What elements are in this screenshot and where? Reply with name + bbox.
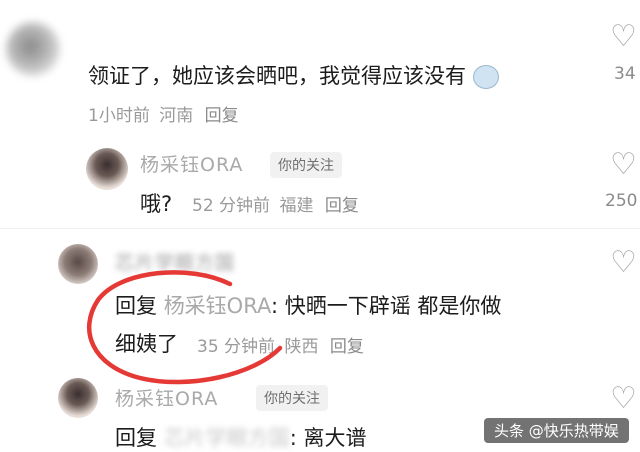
like-heart-icon[interactable]: ♡ bbox=[610, 384, 637, 414]
watermark-source: 头条 bbox=[494, 422, 525, 440]
reply-button[interactable]: 回复 bbox=[325, 196, 359, 216]
watermark: 头条 @快乐热带娱 bbox=[484, 418, 629, 443]
following-badge: 你的关注 bbox=[256, 385, 328, 411]
like-heart-icon[interactable]: ♡ bbox=[610, 150, 637, 180]
reply-location: 福建 bbox=[279, 196, 314, 216]
reply-author-avatar[interactable] bbox=[86, 148, 128, 190]
reply-time: 52 分钟前 bbox=[192, 196, 271, 216]
reply-author-name[interactable]: 杨采钰ORA bbox=[115, 384, 218, 411]
like-count: 250 bbox=[605, 191, 638, 211]
reply-prefix: 回复 bbox=[115, 426, 157, 450]
like-count: 34 bbox=[614, 64, 636, 84]
reply-author-name[interactable]: 杨采钰ORA bbox=[140, 150, 243, 177]
like-heart-icon[interactable]: ♡ bbox=[610, 248, 637, 278]
annotation-circle bbox=[87, 270, 283, 385]
reply-meta: 52 分钟前 福建 回复 bbox=[192, 191, 359, 216]
reply-button[interactable]: 回复 bbox=[330, 337, 364, 357]
comment-time: 1小时前 bbox=[88, 106, 150, 126]
crying-face-emoji-icon bbox=[472, 65, 499, 89]
reply-text: 哦? bbox=[140, 192, 173, 216]
reply-button[interactable]: 回复 bbox=[205, 106, 239, 126]
commenter-avatar[interactable] bbox=[6, 22, 60, 76]
section-divider bbox=[0, 228, 640, 229]
reply-author-avatar[interactable] bbox=[58, 378, 98, 418]
mention-blurred: 芯片学眼方国 bbox=[163, 426, 290, 450]
comment-meta: 1小时前 河南 回复 bbox=[88, 101, 239, 126]
comment-location: 河南 bbox=[159, 106, 194, 126]
watermark-account: @快乐热带娱 bbox=[528, 422, 619, 440]
like-heart-icon[interactable]: ♡ bbox=[610, 22, 637, 52]
reply-text-body: : 离大谱 bbox=[289, 426, 367, 450]
following-badge: 你的关注 bbox=[270, 152, 342, 178]
comment-text: 领证了，她应该会晒吧，我觉得应该没有 bbox=[88, 60, 499, 90]
